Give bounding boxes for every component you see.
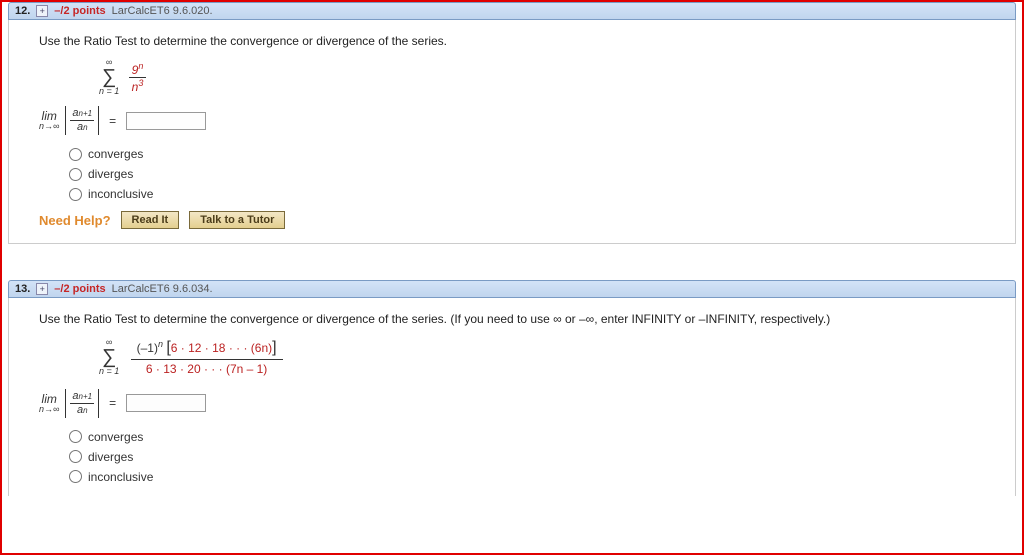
prompt-text: Use the Ratio Test to determine the conv… bbox=[39, 312, 985, 326]
source-label: LarCalcET6 9.6.020. bbox=[112, 5, 213, 17]
question-number: 13. bbox=[15, 283, 30, 295]
question-body: Use the Ratio Test to determine the conv… bbox=[8, 20, 1016, 244]
option-label: diverges bbox=[88, 450, 133, 464]
limit-answer-input[interactable] bbox=[126, 394, 206, 412]
question-13: 13. + –/2 points LarCalcET6 9.6.034. Use… bbox=[8, 280, 1016, 496]
radio-diverges[interactable] bbox=[69, 450, 82, 463]
radio-converges[interactable] bbox=[69, 430, 82, 443]
equals-sign: = bbox=[109, 114, 116, 128]
radio-converges[interactable] bbox=[69, 148, 82, 161]
series-fraction: 9n n3 bbox=[129, 62, 147, 93]
limit-expression: lim n→∞ an+1 an = bbox=[39, 106, 985, 135]
points-label: –/2 points bbox=[54, 5, 105, 17]
equals-sign: = bbox=[109, 396, 116, 410]
limit-expression: lim n→∞ an+1 an = bbox=[39, 389, 985, 418]
question-body: Use the Ratio Test to determine the conv… bbox=[8, 298, 1016, 496]
option-label: converges bbox=[88, 147, 143, 161]
source-label: LarCalcET6 9.6.034. bbox=[112, 283, 213, 295]
question-header: 12. + –/2 points LarCalcET6 9.6.020. bbox=[8, 2, 1016, 20]
option-converges[interactable]: converges bbox=[69, 147, 985, 161]
option-label: inconclusive bbox=[88, 187, 153, 201]
option-inconclusive[interactable]: inconclusive bbox=[69, 187, 985, 201]
option-diverges[interactable]: diverges bbox=[69, 167, 985, 181]
option-label: converges bbox=[88, 430, 143, 444]
option-label: inconclusive bbox=[88, 470, 153, 484]
lim-label: lim n→∞ bbox=[39, 110, 59, 131]
option-diverges[interactable]: diverges bbox=[69, 450, 985, 464]
sigma-icon: ∞ ∑ n = 1 bbox=[99, 58, 119, 96]
question-12: 12. + –/2 points LarCalcET6 9.6.020. Use… bbox=[8, 2, 1016, 244]
page-frame: 12. + –/2 points LarCalcET6 9.6.020. Use… bbox=[0, 0, 1024, 555]
need-help-row: Need Help? Read It Talk to a Tutor bbox=[39, 211, 985, 229]
points-label: –/2 points bbox=[54, 283, 105, 295]
option-inconclusive[interactable]: inconclusive bbox=[69, 470, 985, 484]
question-number: 12. bbox=[15, 5, 30, 17]
series-expression: ∞ ∑ n = 1 (–1)n [6 · 12 · 18 · · · (6n)]… bbox=[99, 336, 985, 379]
expand-icon[interactable]: + bbox=[36, 283, 48, 295]
question-header: 13. + –/2 points LarCalcET6 9.6.034. bbox=[8, 280, 1016, 298]
limit-answer-input[interactable] bbox=[126, 112, 206, 130]
radio-inconclusive[interactable] bbox=[69, 188, 82, 201]
radio-inconclusive[interactable] bbox=[69, 470, 82, 483]
series-expression: ∞ ∑ n = 1 9n n3 bbox=[99, 58, 985, 96]
need-help-label: Need Help? bbox=[39, 213, 111, 228]
option-label: diverges bbox=[88, 167, 133, 181]
option-converges[interactable]: converges bbox=[69, 430, 985, 444]
series-fraction: (–1)n [6 · 12 · 18 · · · (6n)] 6 · 13 · … bbox=[131, 336, 283, 379]
abs-ratio: an+1 an bbox=[65, 106, 99, 135]
options-group: converges diverges inconclusive bbox=[69, 147, 985, 201]
talk-tutor-button[interactable]: Talk to a Tutor bbox=[189, 211, 285, 229]
radio-diverges[interactable] bbox=[69, 168, 82, 181]
prompt-text: Use the Ratio Test to determine the conv… bbox=[39, 34, 985, 48]
options-group: converges diverges inconclusive bbox=[69, 430, 985, 484]
expand-icon[interactable]: + bbox=[36, 5, 48, 17]
read-it-button[interactable]: Read It bbox=[121, 211, 180, 229]
sigma-icon: ∞ ∑ n = 1 bbox=[99, 338, 119, 376]
lim-label: lim n→∞ bbox=[39, 393, 59, 414]
abs-ratio: an+1 an bbox=[65, 389, 99, 418]
